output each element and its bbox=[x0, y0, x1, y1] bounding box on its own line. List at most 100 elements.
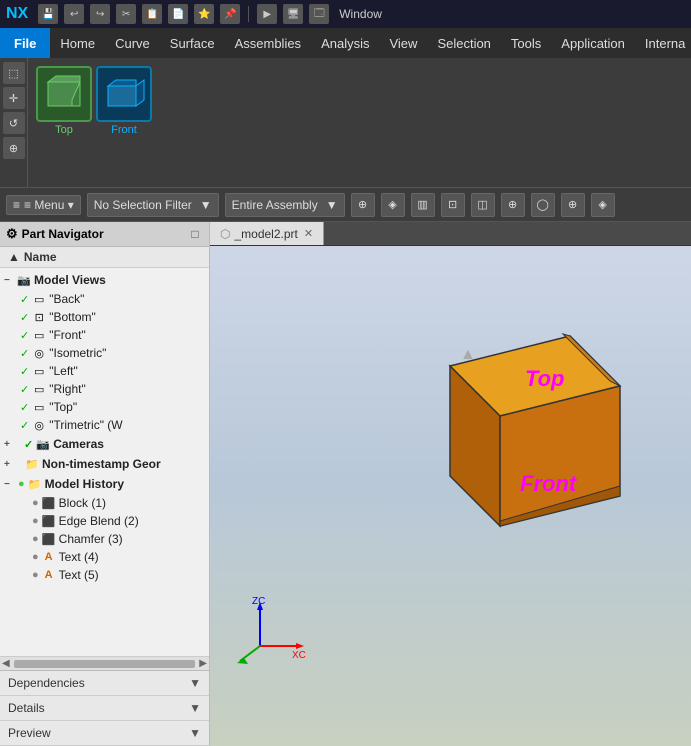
tree-item-back[interactable]: ✓ ▭ "Back" bbox=[0, 290, 209, 308]
filter-icon-1[interactable]: ⊕ bbox=[351, 193, 375, 217]
expand-model-views[interactable]: − bbox=[4, 275, 16, 286]
monitor-icon[interactable]: 🖥 bbox=[283, 4, 303, 24]
menu-bar: File Home Curve Surface Assemblies Analy… bbox=[0, 28, 691, 58]
copy-icon[interactable]: 📋 bbox=[142, 4, 162, 24]
filter-icon-3[interactable]: ▥ bbox=[411, 193, 435, 217]
chamfer-icon: ⬛ bbox=[41, 531, 57, 547]
filter-icon-4[interactable]: ⊡ bbox=[441, 193, 465, 217]
check-model-history: ● bbox=[18, 478, 25, 490]
view-right-icon: ▭ bbox=[31, 381, 47, 397]
front-view-preview bbox=[102, 72, 146, 116]
top-view-btn[interactable]: Top bbox=[36, 66, 92, 179]
tree-section-model-views[interactable]: − 📷 Model Views bbox=[0, 270, 209, 290]
preview-panel[interactable]: Preview ▼ bbox=[0, 721, 209, 746]
star-icon[interactable]: ⭐ bbox=[194, 4, 214, 24]
3d-model: Top Front bbox=[370, 326, 650, 576]
tree-item-isometric[interactable]: ✓ ◎ "Isometric" bbox=[0, 344, 209, 362]
main-content: ⚙ Part Navigator □ ▲ Name − 📷 Model View… bbox=[0, 222, 691, 746]
window-menu[interactable]: Window bbox=[339, 7, 382, 21]
window-icon[interactable]: 🗔 bbox=[309, 4, 329, 24]
check-block: ● bbox=[32, 497, 39, 509]
rotate-tool-icon[interactable]: ↺ bbox=[3, 112, 25, 134]
preview-expand-icon[interactable]: ▼ bbox=[189, 726, 201, 740]
filter-icon-2[interactable]: ◈ bbox=[381, 193, 405, 217]
check-left: ✓ bbox=[20, 365, 29, 378]
save-icon[interactable]: 💾 bbox=[38, 4, 58, 24]
move-tool-icon[interactable]: ✛ bbox=[3, 87, 25, 109]
nx-logo: NX bbox=[6, 5, 28, 23]
check-text5: ● bbox=[32, 569, 39, 581]
menu-selection[interactable]: Selection bbox=[427, 28, 500, 58]
expand-cameras[interactable]: + bbox=[4, 439, 16, 450]
filter-icon-7[interactable]: ◯ bbox=[531, 193, 555, 217]
tree-item-front[interactable]: ✓ ▭ "Front" bbox=[0, 326, 209, 344]
filter-icon-8[interactable]: ⊕ bbox=[561, 193, 585, 217]
assembly-filter-dropdown[interactable]: Entire Assembly ▼ bbox=[225, 193, 345, 217]
top-view-preview bbox=[42, 72, 86, 116]
svg-text:Top: Top bbox=[525, 366, 565, 391]
menu-file[interactable]: File bbox=[0, 28, 50, 58]
details-panel[interactable]: Details ▼ bbox=[0, 696, 209, 721]
tree-item-text5[interactable]: ● A Text (5) bbox=[0, 566, 209, 584]
view-back-icon: ▭ bbox=[31, 291, 47, 307]
selection-filter-dropdown[interactable]: No Selection Filter ▼ bbox=[87, 193, 219, 217]
filter-icon-9[interactable]: ◈ bbox=[591, 193, 615, 217]
expand-icon[interactable]: □ bbox=[187, 226, 203, 242]
view-bottom-icon: ⊡ bbox=[31, 309, 47, 325]
filter-icon-5[interactable]: ◫ bbox=[471, 193, 495, 217]
viewport-3d-content[interactable]: ▲ Top Front bbox=[210, 246, 691, 746]
text5-label: Text (5) bbox=[59, 568, 99, 582]
tree-item-trimetric[interactable]: ✓ ◎ "Trimetric" (W bbox=[0, 416, 209, 434]
undo-icon[interactable]: ↩ bbox=[64, 4, 84, 24]
tree-section-non-timestamp[interactable]: + 📁 Non-timestamp Geor bbox=[0, 454, 209, 474]
tree-item-text4[interactable]: ● A Text (4) bbox=[0, 548, 209, 566]
viewport-tab-model[interactable]: ⬡ _model2.prt ✕ bbox=[210, 222, 324, 245]
scroll-thumb[interactable] bbox=[14, 660, 196, 668]
tree-item-top[interactable]: ✓ ▭ "Top" bbox=[0, 398, 209, 416]
menu-view[interactable]: View bbox=[379, 28, 427, 58]
view-left-icon: ▭ bbox=[31, 363, 47, 379]
tree-item-edge-blend[interactable]: ● ⬛ Edge Blend (2) bbox=[0, 512, 209, 530]
tree-item-left[interactable]: ✓ ▭ "Left" bbox=[0, 362, 209, 380]
scroll-left-icon[interactable]: ◀ bbox=[2, 658, 10, 669]
tree-section-cameras[interactable]: + ✓ 📷 Cameras bbox=[0, 434, 209, 454]
3d-viewport[interactable]: ⬡ _model2.prt ✕ ▲ bbox=[210, 222, 691, 746]
expand-model-history[interactable]: − bbox=[4, 479, 16, 490]
tree-item-bottom[interactable]: ✓ ⊡ "Bottom" bbox=[0, 308, 209, 326]
menu-application[interactable]: Application bbox=[551, 28, 635, 58]
details-label: Details bbox=[8, 701, 45, 715]
select-tool-icon[interactable]: ⬚ bbox=[3, 62, 25, 84]
menu-tools[interactable]: Tools bbox=[501, 28, 551, 58]
menu-assemblies[interactable]: Assemblies bbox=[225, 28, 311, 58]
dependencies-panel[interactable]: Dependencies ▼ bbox=[0, 671, 209, 696]
tree-item-block[interactable]: ● ⬛ Block (1) bbox=[0, 494, 209, 512]
close-tab-icon[interactable]: ✕ bbox=[304, 227, 313, 240]
details-expand-icon[interactable]: ▼ bbox=[189, 701, 201, 715]
play-icon[interactable]: ▶ bbox=[257, 4, 277, 24]
tree-item-right[interactable]: ✓ ▭ "Right" bbox=[0, 380, 209, 398]
tree-item-chamfer[interactable]: ● ⬛ Chamfer (3) bbox=[0, 530, 209, 548]
redo-icon[interactable]: ↪ bbox=[90, 4, 110, 24]
paste-icon[interactable]: 📄 bbox=[168, 4, 188, 24]
preview-label: Preview bbox=[8, 726, 51, 740]
cut-icon[interactable]: ✂ bbox=[116, 4, 136, 24]
dependencies-expand-icon[interactable]: ▼ bbox=[189, 676, 201, 690]
expand-non-timestamp[interactable]: + bbox=[4, 459, 16, 470]
menu-surface[interactable]: Surface bbox=[160, 28, 225, 58]
pin-icon[interactable]: 📌 bbox=[220, 4, 240, 24]
menu-internal[interactable]: Interna bbox=[635, 28, 691, 58]
tree-section-model-history[interactable]: − ● 📁 Model History bbox=[0, 474, 209, 494]
check-front: ✓ bbox=[20, 329, 29, 342]
settings-icon[interactable]: ⚙ bbox=[6, 226, 18, 242]
menu-home[interactable]: Home bbox=[50, 28, 105, 58]
menu-btn[interactable]: ≡ ≡ Menu ▾ bbox=[6, 195, 81, 215]
menu-analysis[interactable]: Analysis bbox=[311, 28, 379, 58]
sort-icon[interactable]: ▲ bbox=[8, 250, 20, 264]
scroll-right-icon[interactable]: ▶ bbox=[199, 658, 207, 669]
zoom-tool-icon[interactable]: ⊕ bbox=[3, 137, 25, 159]
menu-curve[interactable]: Curve bbox=[105, 28, 160, 58]
sidebar-scrollbar[interactable]: ◀ ▶ bbox=[0, 656, 209, 670]
view-front-icon: ▭ bbox=[31, 327, 47, 343]
front-view-btn[interactable]: Front bbox=[96, 66, 152, 179]
filter-icon-6[interactable]: ⊕ bbox=[501, 193, 525, 217]
